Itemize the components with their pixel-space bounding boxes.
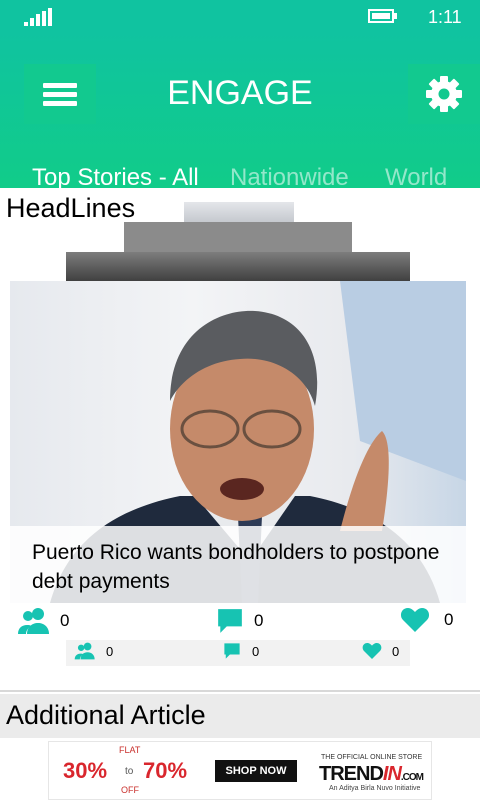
likes-stat[interactable]: 0	[400, 607, 453, 633]
back-users-count: 0	[106, 643, 114, 659]
comment-icon	[224, 643, 240, 659]
headline-caption-overlay: Puerto Rico wants bondholders to postpon…	[10, 526, 466, 603]
back-users-stat[interactable]: 0	[74, 642, 113, 660]
back-card-stats: 0 0 0	[66, 640, 410, 666]
heart-icon	[400, 608, 430, 632]
brand-accent: IN	[382, 763, 402, 785]
users-stat[interactable]: 0	[18, 607, 69, 635]
signal-strength-icon	[24, 8, 56, 26]
likes-count: 0	[444, 610, 454, 629]
gear-icon	[426, 76, 462, 112]
ad-initiative: An Aditya Birla Nuvo Initiative	[329, 785, 421, 792]
settings-button[interactable]	[408, 64, 480, 124]
tab-nationwide[interactable]: Nationwide	[230, 164, 349, 192]
heart-icon	[362, 643, 382, 659]
back-comments-stat[interactable]: 0	[222, 642, 259, 660]
stacked-card[interactable]	[124, 222, 352, 252]
shop-now-button[interactable]: SHOP NOW	[215, 760, 297, 782]
headline-card[interactable]: Puerto Rico wants bondholders to postpon…	[10, 281, 466, 603]
stacked-card[interactable]	[66, 252, 410, 282]
additional-article-bar: Additional Article	[0, 694, 480, 738]
comments-count: 0	[254, 611, 264, 630]
comments-stat[interactable]: 0	[216, 607, 263, 635]
back-comments-count: 0	[252, 643, 260, 659]
battery-icon	[368, 9, 397, 23]
app-title: ENGAGE	[167, 74, 313, 112]
headlines-heading: HeadLines	[6, 193, 136, 223]
advertisement-banner[interactable]: FLAT 30% to 70% OFF SHOP NOW THE OFFICIA…	[48, 741, 432, 800]
ad-discount-from: 30%	[63, 758, 108, 783]
users-icon	[74, 642, 95, 660]
tab-world[interactable]: World	[385, 164, 447, 192]
back-likes-count: 0	[392, 643, 400, 659]
ad-discount-to: 70%	[143, 758, 188, 783]
additional-article-heading: Additional Article	[6, 700, 206, 730]
headline-title[interactable]: Puerto Rico wants bondholders to postpon…	[32, 538, 452, 596]
status-bar: 1:11	[0, 0, 480, 32]
ad-off-label: OFF	[121, 785, 139, 795]
users-icon	[18, 608, 49, 634]
section-divider	[0, 690, 480, 692]
menu-button[interactable]	[24, 64, 96, 124]
headline-stats: 0 0 0	[10, 603, 466, 639]
users-count: 0	[60, 611, 70, 630]
ad-flat-label: FLAT	[119, 745, 141, 755]
tab-top-stories[interactable]: Top Stories - All	[32, 164, 199, 192]
menu-icon	[43, 79, 77, 110]
status-time: 1:11	[428, 7, 462, 27]
back-likes-stat[interactable]: 0	[362, 642, 399, 660]
ad-discount-to-word: to	[125, 766, 134, 777]
trendin-logo: TRENDIN.COM	[319, 763, 424, 786]
app-header: ENGAGE Top Stories - All Nationwide Worl…	[0, 32, 480, 191]
brand-prefix: TREND	[319, 763, 384, 785]
brand-suffix: .COM	[400, 772, 424, 783]
ad-store-tagline: THE OFFICIAL ONLINE STORE	[321, 754, 423, 761]
comment-icon	[218, 609, 242, 633]
